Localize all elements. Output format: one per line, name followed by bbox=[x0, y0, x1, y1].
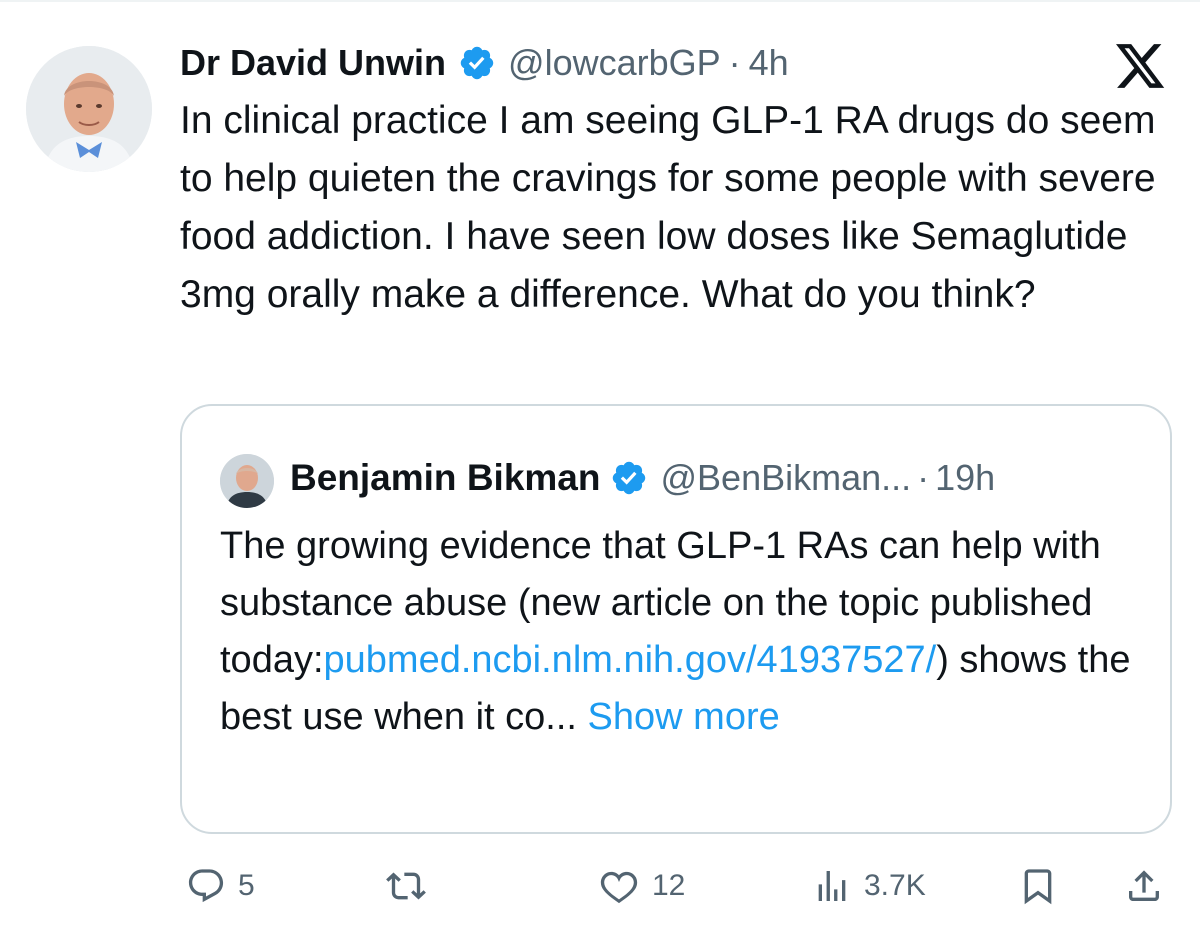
heart-icon bbox=[598, 866, 640, 906]
quote-header: Benjamin Bikman @BenBikman... · 19h bbox=[290, 451, 995, 505]
views-button[interactable]: 3.7K bbox=[812, 856, 926, 916]
quote-author-avatar[interactable] bbox=[220, 454, 274, 508]
reply-icon bbox=[186, 866, 226, 906]
tweet-timestamp[interactable]: 4h bbox=[749, 42, 789, 84]
author-avatar[interactable] bbox=[26, 46, 152, 172]
reply-button[interactable]: 5 bbox=[186, 856, 255, 916]
views-count: 3.7K bbox=[864, 869, 926, 902]
quoted-tweet-card[interactable]: Benjamin Bikman @BenBikman... · 19h The … bbox=[180, 404, 1172, 834]
author-name[interactable]: Dr David Unwin bbox=[180, 42, 446, 84]
repost-icon bbox=[384, 866, 428, 906]
repost-button[interactable] bbox=[384, 856, 440, 916]
quote-text: The growing evidence that GLP-1 RAs can … bbox=[220, 518, 1150, 746]
quote-verified-badge-icon bbox=[610, 459, 648, 497]
quote-timestamp[interactable]: 19h bbox=[935, 457, 995, 499]
share-button[interactable] bbox=[1124, 856, 1164, 916]
tweet-header: Dr David Unwin @lowcarbGP · 4h bbox=[180, 38, 789, 88]
tweet-text: In clinical practice I am seeing GLP-1 R… bbox=[180, 99, 1156, 316]
author-handle[interactable]: @lowcarbGP bbox=[508, 42, 721, 84]
like-count: 12 bbox=[652, 869, 686, 902]
quote-article-link[interactable]: pubmed.ncbi.nlm.nih.gov/41937527/ bbox=[324, 639, 937, 681]
bookmark-icon bbox=[1018, 865, 1058, 907]
quote-avatar-portrait bbox=[220, 454, 274, 508]
top-divider bbox=[0, 0, 1200, 2]
share-icon bbox=[1124, 865, 1164, 907]
reply-count: 5 bbox=[238, 869, 255, 902]
bookmark-button[interactable] bbox=[1018, 856, 1058, 916]
quote-header-separator: · bbox=[917, 457, 930, 498]
verified-badge-icon bbox=[458, 44, 496, 82]
avatar-portrait bbox=[26, 46, 152, 172]
views-chart-icon bbox=[812, 866, 852, 906]
tweet-action-bar: 5 12 3.7K bbox=[0, 856, 1200, 916]
like-button[interactable]: 12 bbox=[598, 856, 685, 916]
quote-author-name[interactable]: Benjamin Bikman bbox=[290, 457, 600, 499]
quote-author-handle[interactable]: @BenBikman... bbox=[660, 457, 911, 499]
x-logo-icon bbox=[1116, 44, 1166, 90]
show-more-link[interactable]: Show more bbox=[588, 696, 780, 738]
header-separator: · bbox=[728, 42, 741, 83]
